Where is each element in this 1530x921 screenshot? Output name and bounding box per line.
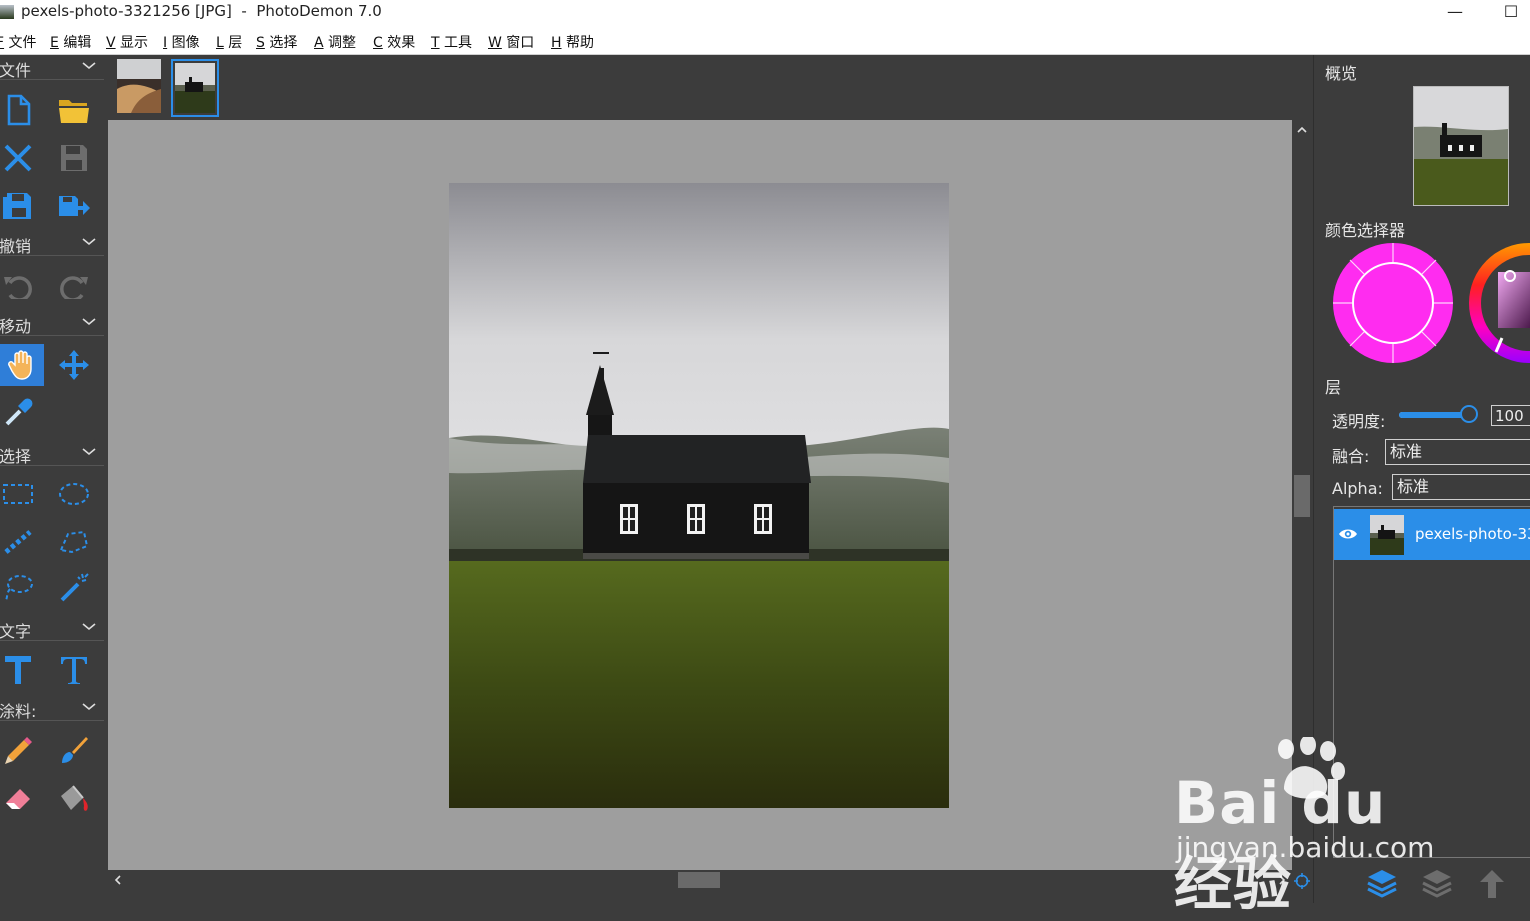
horizontal-scrollbar[interactable] [108, 870, 1292, 890]
chevron-down-icon [82, 62, 96, 70]
layer-thumbnail [1370, 515, 1404, 555]
layers-icon[interactable] [1366, 868, 1398, 902]
section-undo-header[interactable]: 撤销 [0, 231, 104, 256]
right-panel: 概览 颜色选择器 层 透明度: 100 融合: 标准 Alpha: 标准 pex… [1313, 55, 1530, 903]
menu-window[interactable]: W 窗口 [488, 32, 534, 52]
menu-edit[interactable]: E 编辑 [50, 32, 91, 52]
chevron-down-icon [82, 238, 96, 246]
status-bar [108, 890, 1313, 903]
menu-image[interactable]: I 图像 [163, 32, 200, 52]
section-select-header[interactable]: 选择 [0, 441, 104, 466]
menu-adjust[interactable]: A 调整 [314, 32, 356, 52]
scroll-right-icon[interactable] [1278, 875, 1286, 885]
typography-tool-icon[interactable] [52, 649, 96, 691]
line-select-icon[interactable] [0, 521, 40, 563]
alpha-mode-dropdown[interactable]: 标准 [1392, 474, 1530, 500]
section-label: 移动 [0, 317, 32, 336]
layer-name: pexels-photo-33... [1415, 525, 1530, 543]
color-selector-title: 颜色选择器 [1325, 221, 1406, 240]
title-bar: pexels-photo-3321256 [JPG] - PhotoDemon … [0, 0, 1530, 30]
layers-title: 层 [1325, 378, 1342, 397]
section-label: 文字 [0, 622, 32, 641]
opacity-label: 透明度: [1332, 412, 1386, 431]
layer-row[interactable]: pexels-photo-33... [1334, 509, 1530, 560]
image-tab-desert[interactable] [117, 59, 161, 113]
paint-bucket-icon[interactable] [52, 777, 96, 819]
blend-label: 融合: [1332, 447, 1370, 466]
magic-wand-icon[interactable] [52, 567, 96, 609]
rect-select-icon[interactable] [0, 473, 40, 515]
maximize-button[interactable]: ☐ [1488, 0, 1530, 28]
ellipse-select-icon[interactable] [52, 473, 96, 515]
primary-color-wheel[interactable] [1332, 242, 1454, 364]
close-icon[interactable] [0, 137, 40, 179]
image-tabs [108, 55, 1313, 120]
redo-icon[interactable] [52, 265, 96, 307]
toolbox: 文件 撤销 移动 选择 文字 涂料: [0, 55, 104, 903]
pencil-icon[interactable] [0, 729, 40, 771]
blend-mode-dropdown[interactable]: 标准 [1385, 439, 1530, 465]
new-file-icon[interactable] [0, 89, 40, 131]
window-title: pexels-photo-3321256 [JPG] - PhotoDemon … [21, 2, 382, 20]
save-icon[interactable] [52, 137, 96, 179]
overview-thumbnail[interactable] [1413, 86, 1509, 206]
open-folder-icon[interactable] [52, 89, 96, 131]
menu-tools[interactable]: T 工具 [431, 32, 472, 52]
center-view-icon[interactable] [1294, 873, 1310, 889]
minimize-button[interactable]: — [1432, 0, 1478, 28]
layers-list[interactable]: pexels-photo-33... [1333, 506, 1530, 858]
scroll-left-icon[interactable] [114, 875, 122, 885]
horizontal-scroll-thumb[interactable] [678, 872, 720, 888]
chevron-down-icon [82, 623, 96, 631]
chevron-down-icon [82, 448, 96, 456]
overview-title: 概览 [1325, 64, 1358, 83]
move-tool-icon[interactable] [52, 344, 96, 386]
vertical-scrollbar[interactable] [1292, 120, 1312, 870]
section-label: 涂料: [0, 702, 37, 721]
undo-icon[interactable] [0, 265, 40, 307]
chevron-down-icon [82, 703, 96, 711]
hand-tool-icon[interactable] [0, 344, 44, 386]
polygon-select-icon[interactable] [52, 521, 96, 563]
section-label: 文件 [0, 61, 32, 80]
section-file-header[interactable]: 文件 [0, 55, 104, 80]
opacity-slider-knob[interactable] [1460, 405, 1478, 423]
move-layer-up-icon[interactable] [1476, 868, 1508, 902]
image-tab-church[interactable] [171, 59, 219, 117]
text-tool-icon[interactable] [0, 649, 40, 691]
opacity-value-input[interactable]: 100 [1491, 405, 1530, 426]
menu-view[interactable]: V 显示 [106, 32, 148, 52]
menu-help[interactable]: H 帮助 [551, 32, 594, 52]
save-as-icon[interactable] [0, 185, 40, 227]
section-label: 撤销 [0, 237, 32, 256]
chevron-down-icon [82, 318, 96, 326]
section-paint-header[interactable]: 涂料: [0, 696, 104, 721]
section-text-header[interactable]: 文字 [0, 616, 104, 641]
menu-effects[interactable]: C 效果 [373, 32, 415, 52]
hue-wheel[interactable] [1468, 242, 1530, 364]
section-move-header[interactable]: 移动 [0, 311, 104, 336]
vertical-scroll-thumb[interactable] [1294, 475, 1310, 517]
visibility-eye-icon[interactable] [1338, 527, 1358, 541]
church-photo [449, 183, 949, 808]
menu-select[interactable]: S 选择 [256, 32, 297, 52]
canvas-area[interactable] [108, 120, 1292, 870]
menu-layer[interactable]: L 层 [216, 32, 242, 52]
alpha-label: Alpha: [1332, 479, 1383, 498]
lasso-select-icon[interactable] [0, 567, 40, 609]
paintbrush-icon[interactable] [52, 729, 96, 771]
scroll-up-icon[interactable] [1297, 126, 1307, 134]
merge-layers-icon[interactable] [1421, 868, 1453, 902]
menu-file[interactable]: F 文件 [0, 32, 37, 52]
menu-bar: F 文件 E 编辑 V 显示 I 图像 L 层 S 选择 A 调整 C 效果 T… [0, 30, 1530, 55]
section-label: 选择 [0, 447, 32, 466]
eraser-icon[interactable] [0, 777, 40, 819]
export-icon[interactable] [52, 185, 96, 227]
app-icon [0, 5, 14, 19]
eyedropper-icon[interactable] [0, 392, 40, 434]
